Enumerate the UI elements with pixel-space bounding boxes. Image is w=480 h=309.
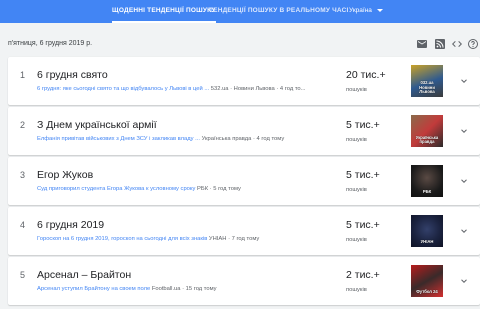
expand-chevron-icon[interactable] — [459, 76, 469, 86]
article-source: Football.ua · 15 год тому — [151, 286, 217, 292]
help-icon[interactable] — [467, 38, 479, 50]
trend-card[interactable]: 1 6 грудня свято 6 грудня: яке сьогодні … — [8, 57, 480, 105]
article-thumbnail[interactable]: УНІАН — [411, 215, 443, 247]
search-count-label: пошуків — [346, 237, 367, 243]
thumbnail-caption: Футбол 24 — [416, 289, 438, 295]
date-heading: п'ятниця, 6 грудня 2019 р. — [8, 40, 93, 47]
trend-title[interactable]: 6 грудня свято — [37, 69, 108, 81]
article-link[interactable]: Гороскоп на 6 грудня 2019, гороскоп на с… — [37, 236, 207, 242]
trend-rank: 5 — [20, 270, 26, 280]
article-source: Українська правда · 4 год тому — [201, 136, 285, 142]
article-link[interactable]: Арсенал уступил Брайтону на своем поле — [37, 286, 150, 292]
thumbnail-caption: Українська правда — [415, 134, 439, 145]
search-count-label: пошуків — [346, 187, 367, 193]
search-count-label: пошуків — [346, 287, 367, 293]
trend-rank: 2 — [20, 120, 26, 130]
trend-card[interactable]: 4 6 грудня 2019 Гороскоп на 6 грудня 201… — [8, 207, 480, 255]
article-source: УНІАН · 7 год тому — [208, 236, 260, 242]
expand-chevron-icon[interactable] — [459, 226, 469, 236]
expand-chevron-icon[interactable] — [459, 176, 469, 186]
search-count: 5 тис.+ — [346, 169, 380, 181]
trend-title[interactable]: З Днем української армії — [37, 119, 157, 131]
trend-title[interactable]: Егор Жуков — [37, 169, 93, 181]
email-icon[interactable] — [416, 38, 428, 50]
thumbnail-caption: УНІАН — [420, 239, 434, 245]
trend-title[interactable]: Арсенал – Брайтон — [37, 269, 131, 281]
article-link[interactable]: Суд приговорил студента Егора Жукова к у… — [37, 186, 195, 192]
trend-card[interactable]: 5 Арсенал – Брайтон Арсенал уступил Брай… — [8, 257, 480, 305]
search-count-label: пошуків — [346, 137, 367, 143]
expand-chevron-icon[interactable] — [459, 276, 469, 286]
thumbnail-caption: 032.ua Новини Львова — [419, 80, 435, 95]
trend-rank: 3 — [20, 170, 26, 180]
article-thumbnail[interactable]: 032.ua Новини Львова — [411, 65, 443, 97]
article-source: 532.ua · Новини Львова · 4 год то... — [210, 86, 306, 92]
search-count-label: пошуків — [346, 87, 367, 93]
country-select[interactable]: Україна — [349, 0, 372, 23]
article-source: РБК · 5 год тому — [197, 186, 241, 192]
code-embed-icon[interactable] — [451, 38, 463, 50]
trend-article: Гороскоп на 6 грудня 2019, гороскоп на с… — [37, 236, 259, 242]
trend-card[interactable]: 2 З Днем української армії Елфанія приві… — [8, 107, 480, 155]
article-link[interactable]: Елфанія привітав військових з Днем ЗСУ і… — [37, 136, 200, 142]
trend-article: 6 грудня: яке сьогодні свято та що відбу… — [37, 86, 305, 92]
top-nav-bar: ЩОДЕННІ ТЕНДЕНЦІЇ ПОШУКУ ТЕНДЕНЦІЇ ПОШУК… — [0, 0, 480, 23]
rss-icon[interactable] — [434, 38, 446, 50]
trend-title[interactable]: 6 грудня 2019 — [37, 219, 104, 231]
search-count: 5 тис.+ — [346, 119, 380, 131]
trend-article: Елфанія привітав військових з Днем ЗСУ і… — [37, 136, 284, 142]
thumbnail-caption: РБК — [422, 189, 432, 195]
trend-article: Арсенал уступил Брайтону на своем поле F… — [37, 286, 217, 292]
expand-chevron-icon[interactable] — [459, 126, 469, 136]
trend-rank: 1 — [20, 70, 26, 80]
search-count: 20 тис.+ — [346, 69, 386, 81]
trend-card[interactable]: 3 Егор Жуков Суд приговорил студента Его… — [8, 157, 480, 205]
tab-daily-trends[interactable]: ЩОДЕННІ ТЕНДЕНЦІЇ ПОШУКУ — [112, 0, 216, 23]
chevron-down-icon[interactable] — [377, 9, 383, 12]
article-link[interactable]: 6 грудня: яке сьогодні свято та що відбу… — [37, 86, 209, 92]
article-thumbnail[interactable]: РБК — [411, 165, 443, 197]
tab-realtime-trends[interactable]: ТЕНДЕНЦІЇ ПОШУКУ В РЕАЛЬНОМУ ЧАСІ — [209, 0, 349, 23]
search-count: 5 тис.+ — [346, 219, 380, 231]
article-thumbnail[interactable]: Українська правда — [411, 115, 443, 147]
trend-rank: 4 — [20, 220, 26, 230]
trend-article: Суд приговорил студента Егора Жукова к у… — [37, 186, 241, 192]
article-thumbnail[interactable]: Футбол 24 — [411, 265, 443, 297]
search-count: 2 тис.+ — [346, 269, 380, 281]
